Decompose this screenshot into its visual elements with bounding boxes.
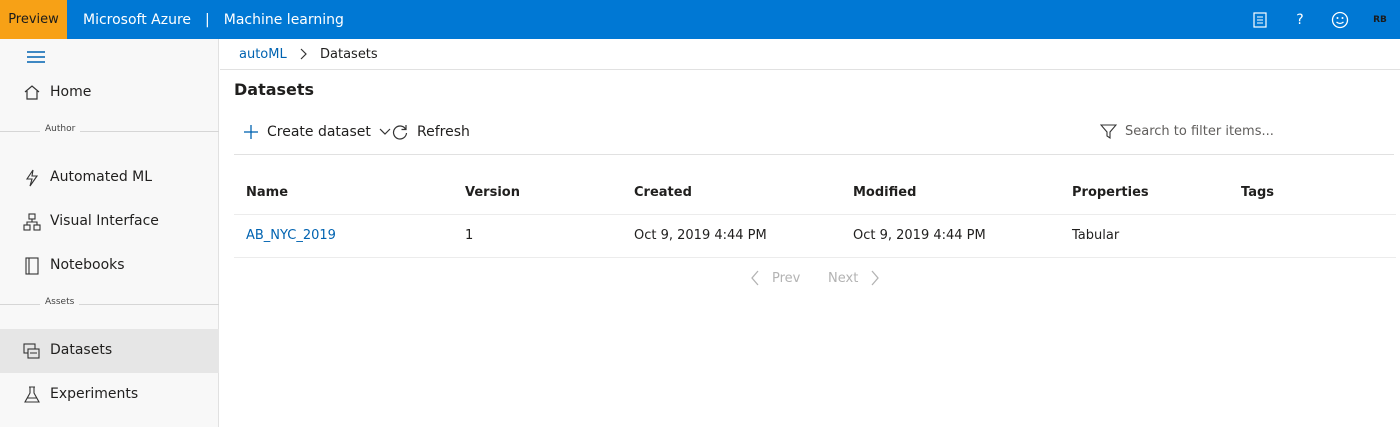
flask-icon bbox=[23, 386, 41, 404]
column-header-version[interactable]: Version bbox=[465, 185, 520, 200]
column-header-name[interactable]: Name bbox=[246, 185, 288, 200]
notes-icon[interactable] bbox=[1240, 0, 1280, 39]
column-header-properties[interactable]: Properties bbox=[1072, 185, 1149, 200]
visual-interface-icon bbox=[23, 213, 41, 231]
sidebar-item-label: Home bbox=[50, 84, 92, 100]
avatar[interactable]: RB bbox=[1360, 15, 1400, 25]
sidebar-item-home[interactable]: Home bbox=[0, 71, 219, 115]
automated-ml-icon bbox=[23, 169, 41, 187]
notebook-icon bbox=[23, 257, 41, 275]
dataset-name-link[interactable]: AB_NYC_2019 bbox=[246, 228, 336, 243]
section-divider bbox=[0, 304, 219, 305]
page-title: Datasets bbox=[234, 80, 315, 99]
create-dataset-button[interactable]: Create dataset bbox=[243, 120, 391, 144]
top-icons: ? RB bbox=[1240, 0, 1400, 39]
next-page-button[interactable]: Next bbox=[828, 269, 880, 287]
create-dataset-label: Create dataset bbox=[267, 124, 371, 140]
refresh-icon bbox=[392, 125, 408, 140]
table-header-divider bbox=[234, 214, 1396, 215]
column-header-tags[interactable]: Tags bbox=[1241, 185, 1274, 200]
refresh-button[interactable]: Refresh bbox=[391, 120, 470, 144]
hamburger-menu-icon[interactable] bbox=[26, 49, 46, 65]
sidebar-item-notebooks[interactable]: Notebooks bbox=[0, 244, 219, 288]
prev-page-button[interactable]: Prev bbox=[750, 269, 800, 287]
help-icon[interactable]: ? bbox=[1280, 0, 1320, 39]
sidebar-item-datasets[interactable]: Datasets bbox=[0, 329, 219, 373]
dataset-created: Oct 9, 2019 4:44 PM bbox=[634, 228, 767, 243]
plus-icon bbox=[244, 125, 258, 139]
search-input[interactable]: Search to filter items... bbox=[1100, 120, 1274, 142]
sidebar-item-automated-ml[interactable]: Automated ML bbox=[0, 156, 219, 200]
breadcrumb: autoML Datasets bbox=[220, 39, 1400, 70]
dataset-modified: Oct 9, 2019 4:44 PM bbox=[853, 228, 986, 243]
chevron-down-icon bbox=[379, 128, 391, 135]
sidebar-item-label: Automated ML bbox=[50, 169, 153, 185]
app-name[interactable]: Machine learning bbox=[224, 12, 344, 28]
filter-icon bbox=[1100, 123, 1117, 139]
column-header-created[interactable]: Created bbox=[634, 185, 692, 200]
help-glyph: ? bbox=[1296, 11, 1304, 28]
section-label: Assets bbox=[40, 297, 80, 307]
section-assets: Assets bbox=[0, 297, 219, 311]
sidebar-item-label: Datasets bbox=[50, 342, 113, 358]
sidebar-item-visual-interface[interactable]: Visual Interface bbox=[0, 200, 219, 244]
prev-label: Prev bbox=[772, 270, 801, 286]
column-header-modified[interactable]: Modified bbox=[853, 185, 916, 200]
home-icon bbox=[23, 84, 41, 102]
next-label: Next bbox=[828, 270, 859, 286]
sidebar-item-label: Notebooks bbox=[50, 257, 125, 273]
dataset-version: 1 bbox=[465, 228, 474, 243]
dataset-properties: Tabular bbox=[1072, 228, 1120, 243]
table-row-divider bbox=[234, 257, 1396, 258]
sidebar: Home Author Automated ML Visual Interfac… bbox=[0, 39, 219, 427]
section-label: Author bbox=[40, 124, 81, 134]
sidebar-item-label: Experiments bbox=[50, 386, 139, 402]
sidebar-item-label: Visual Interface bbox=[50, 213, 159, 229]
breadcrumb-parent-link[interactable]: autoML bbox=[239, 47, 287, 62]
top-bar: Preview Microsoft Azure | Machine learni… bbox=[0, 0, 1400, 39]
datasets-icon bbox=[23, 342, 41, 360]
search-placeholder: Search to filter items... bbox=[1125, 123, 1274, 139]
sidebar-item-experiments[interactable]: Experiments bbox=[0, 373, 219, 417]
section-author: Author bbox=[0, 124, 219, 138]
chevron-left-icon bbox=[751, 270, 759, 286]
section-divider bbox=[0, 131, 219, 132]
breadcrumb-current: Datasets bbox=[320, 47, 378, 62]
brand-link[interactable]: Microsoft Azure bbox=[83, 12, 191, 28]
chevron-right-icon bbox=[300, 48, 308, 60]
preview-badge: Preview bbox=[0, 0, 67, 39]
chevron-right-icon bbox=[871, 270, 880, 286]
refresh-label: Refresh bbox=[417, 124, 470, 140]
brand-separator: | bbox=[205, 11, 210, 28]
smiley-icon[interactable] bbox=[1320, 0, 1360, 39]
toolbar-divider bbox=[234, 154, 1394, 155]
